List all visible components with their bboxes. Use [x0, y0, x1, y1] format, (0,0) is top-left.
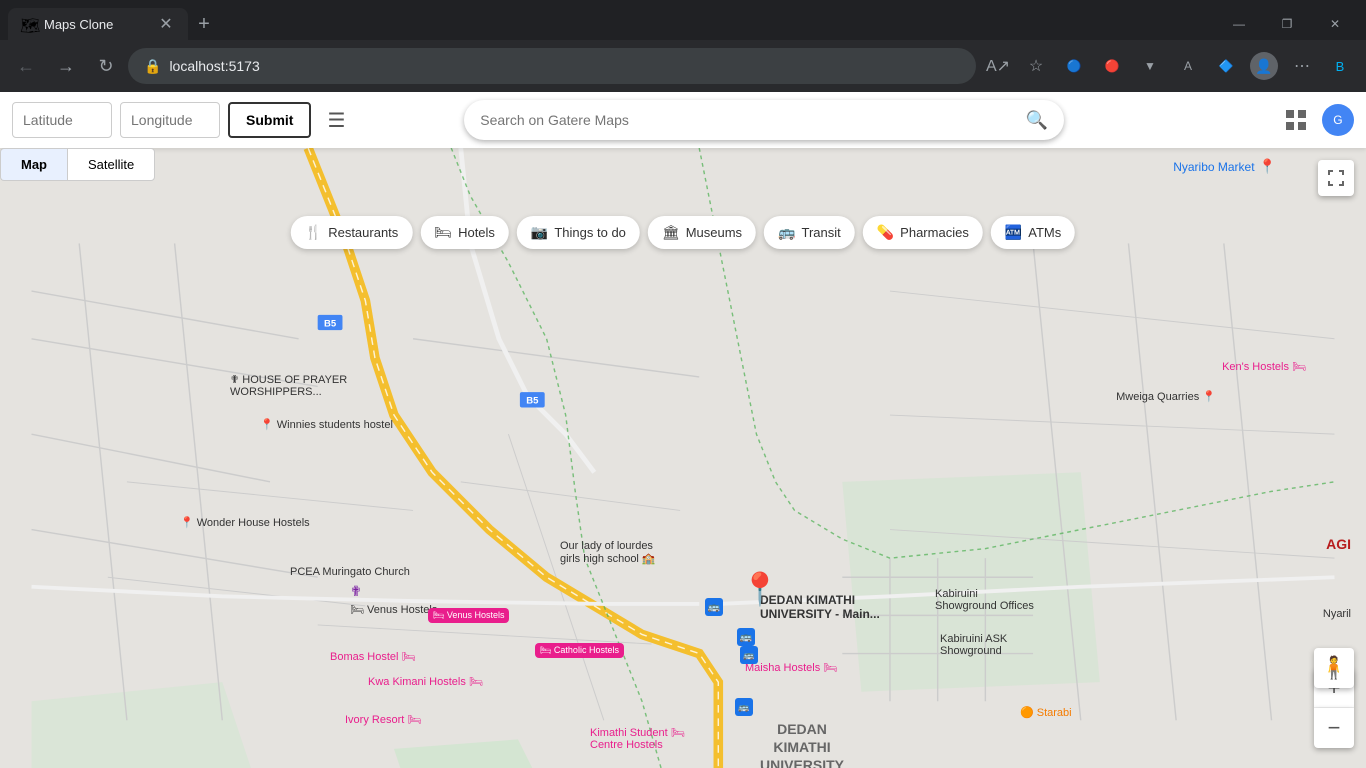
map-area[interactable]: B5 B5 Nyaribo Market 📍 ✟ HOUSE OF PRAYER… — [0, 148, 1366, 768]
museums-pill[interactable]: 🏛 Museums — [648, 216, 756, 249]
hotels-icon: 🛏 — [434, 224, 452, 241]
latitude-input[interactable] — [12, 102, 112, 138]
top-right-controls: G — [1278, 102, 1354, 138]
tab-favicon: 🗺 — [20, 16, 36, 32]
restaurants-label: Restaurants — [328, 225, 398, 240]
category-bar: 🍴 Restaurants 🛏 Hotels 📷 Things to do 🏛 … — [291, 208, 1075, 257]
apps-grid-icon[interactable] — [1278, 102, 1314, 138]
forward-button[interactable]: → — [48, 48, 84, 84]
transit-pill[interactable]: 🚌 Transit — [764, 216, 855, 249]
museums-label: Museums — [686, 225, 742, 240]
ext3-icon[interactable]: ▼ — [1132, 48, 1168, 84]
church-icon: ✟ — [350, 583, 362, 600]
hotels-pill[interactable]: 🛏 Hotels — [420, 216, 509, 249]
nav-icons: A↗ ☆ 🔵 🔴 ▼ A 🔷 👤 ⋯ B — [980, 48, 1358, 84]
svg-text:B5: B5 — [526, 396, 539, 407]
app-container: Submit ☰ 🔍 G Map Satellite — [0, 92, 1366, 768]
ext4-icon[interactable]: A — [1170, 48, 1206, 84]
ext1-icon[interactable]: 🔵 — [1056, 48, 1092, 84]
address-bar[interactable]: 🔒 localhost:5173 — [128, 48, 976, 84]
maisha-label: Maisha Hostels 🛏 — [745, 661, 837, 674]
tab-title: Maps Clone — [44, 17, 148, 32]
map-view-button[interactable]: Map — [0, 148, 67, 181]
nyaribo-market-label[interactable]: Nyaribo Market 📍 — [1173, 158, 1276, 175]
close-button[interactable]: ✕ — [1312, 8, 1358, 40]
atms-pill[interactable]: 🏧 ATMs — [991, 216, 1075, 249]
bus-stop-4: 🚌 — [735, 698, 753, 716]
window-controls: — ❐ ✕ — [1216, 8, 1358, 40]
security-icon: 🔒 — [144, 58, 161, 75]
top-bar: Submit ☰ 🔍 G — [0, 92, 1366, 148]
tab-close-button[interactable]: ✕ — [156, 14, 176, 34]
search-input[interactable] — [480, 112, 1018, 128]
bing-icon[interactable]: B — [1322, 48, 1358, 84]
active-tab[interactable]: 🗺 Maps Clone ✕ — [8, 8, 188, 40]
venus-hostels-icon: 🛏 Venus Hostels — [428, 608, 509, 623]
transit-icon: 🚌 — [778, 224, 795, 241]
navigation-bar: ← → ↻ 🔒 localhost:5173 A↗ ☆ 🔵 🔴 ▼ A 🔷 👤 … — [0, 40, 1366, 92]
search-bar: 🔍 — [464, 100, 1064, 140]
pegman-button[interactable]: 🧍 — [1314, 648, 1354, 688]
pharmacies-label: Pharmacies — [900, 225, 969, 240]
transit-label: Transit — [801, 225, 840, 240]
translate-icon[interactable]: A↗ — [980, 48, 1016, 84]
profile-icon[interactable]: 👤 — [1246, 48, 1282, 84]
restaurants-icon: 🍴 — [305, 224, 322, 241]
ivory-label: Ivory Resort 🛏 — [345, 713, 421, 726]
pharmacies-icon: 💊 — [877, 224, 894, 241]
restaurants-pill[interactable]: 🍴 Restaurants — [291, 216, 413, 249]
back-button[interactable]: ← — [8, 48, 44, 84]
atms-icon: 🏧 — [1005, 224, 1022, 241]
search-button[interactable]: 🔍 — [1026, 110, 1048, 131]
submit-button[interactable]: Submit — [228, 102, 311, 138]
ext2-icon[interactable]: 🔴 — [1094, 48, 1130, 84]
things-to-do-label: Things to do — [554, 225, 626, 240]
catholic-hostels-icon: 🛏 Catholic Hostels — [535, 643, 624, 658]
map-controls: 🧍 — [1314, 648, 1354, 688]
minimize-button[interactable]: — — [1216, 8, 1262, 40]
ext5-icon[interactable]: 🔷 — [1208, 48, 1244, 84]
museums-icon: 🏛 — [662, 224, 680, 241]
things-to-do-pill[interactable]: 📷 Things to do — [517, 216, 640, 249]
map-type-bar: Map Satellite — [0, 148, 155, 181]
user-avatar[interactable]: G — [1322, 104, 1354, 136]
things-to-do-icon: 📷 — [531, 224, 548, 241]
svg-text:B5: B5 — [324, 318, 337, 329]
pharmacies-pill[interactable]: 💊 Pharmacies — [863, 216, 983, 249]
kimathi-hostels-label: Kimathi Student 🛏Centre Hostels — [590, 726, 685, 751]
longitude-input[interactable] — [120, 102, 220, 138]
satellite-view-button[interactable]: Satellite — [67, 148, 155, 181]
star-icon[interactable]: ☆ — [1018, 48, 1054, 84]
bus-stop-2: 🚌 — [737, 628, 755, 646]
bomas-label: Bomas Hostel 🛏 — [330, 650, 416, 663]
maximize-button[interactable]: ❐ — [1264, 8, 1310, 40]
atms-label: ATMs — [1028, 225, 1061, 240]
new-tab-button[interactable]: + — [190, 10, 218, 38]
tab-bar: 🗺 Maps Clone ✕ + — ❐ ✕ — [0, 0, 1366, 40]
fullscreen-button[interactable] — [1318, 160, 1354, 196]
address-text: localhost:5173 — [169, 58, 960, 74]
hamburger-menu[interactable]: ☰ — [319, 100, 353, 141]
refresh-button[interactable]: ↻ — [88, 48, 124, 84]
zoom-out-button[interactable]: − — [1314, 708, 1354, 748]
kwa-kimani-label: Kwa Kimani Hostels 🛏 — [368, 675, 483, 688]
hotels-label: Hotels — [458, 225, 495, 240]
more-button[interactable]: ⋯ — [1284, 48, 1320, 84]
bus-stop-1: 🚌 — [705, 598, 723, 616]
main-map-pin[interactable]: 📍 — [740, 573, 780, 605]
bus-stop-3: 🚌 — [740, 646, 758, 664]
